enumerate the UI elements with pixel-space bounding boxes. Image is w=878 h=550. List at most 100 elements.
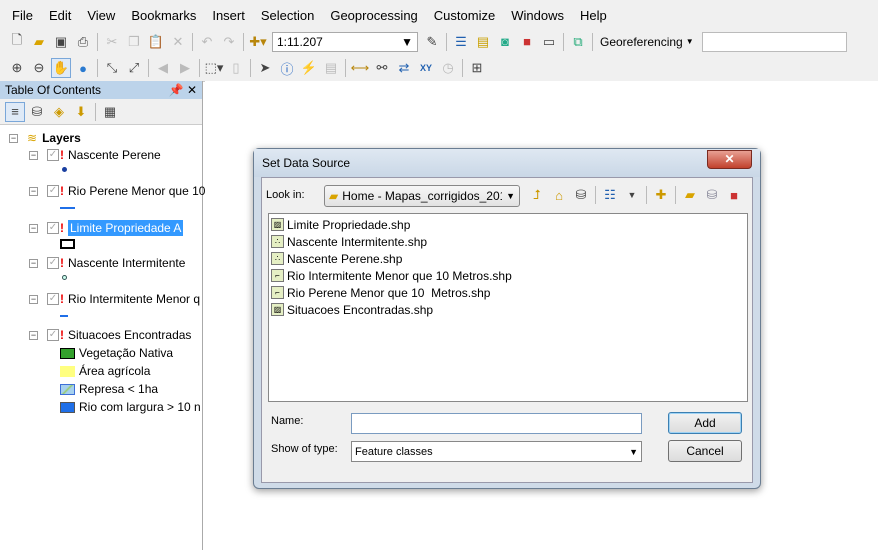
list-by-selection-icon[interactable]: ⬇ <box>71 102 91 122</box>
find-binoculars-icon[interactable]: ⚯ <box>372 58 392 78</box>
georeferencing-menu[interactable]: Georeferencing ▼ <box>596 35 698 49</box>
collapse-icon[interactable]: − <box>29 223 38 233</box>
options-icon[interactable]: ▦ <box>100 102 120 122</box>
menu-insert[interactable]: Insert <box>204 8 253 23</box>
close-icon[interactable]: ✕ <box>187 83 197 97</box>
python-window-icon[interactable]: ▭ <box>539 32 559 52</box>
list-by-drawing-order-icon[interactable]: ≡ <box>5 101 25 122</box>
collapse-icon[interactable]: − <box>9 133 18 143</box>
list-by-visibility-icon[interactable]: ◈ <box>49 102 69 122</box>
cut-icon[interactable]: ✂ <box>102 32 122 52</box>
table-of-contents-icon[interactable]: ☰ <box>451 32 471 52</box>
collapse-icon[interactable]: − <box>29 150 38 160</box>
editor-toolbar-icon[interactable]: ✎ <box>422 32 442 52</box>
identify-icon[interactable]: ⓘ <box>277 58 297 78</box>
collapse-icon[interactable]: − <box>29 186 38 196</box>
up-one-level-icon[interactable]: ⮥ <box>527 185 547 205</box>
connect-to-folder-icon[interactable]: ✚ <box>651 185 671 205</box>
magnifier-window-icon[interactable]: ⊞ <box>467 58 487 78</box>
file-item[interactable]: ⌐ Rio Perene Menor que 10 Metros.shp <box>271 284 745 301</box>
menu-windows[interactable]: Windows <box>503 8 572 23</box>
new-geodatabase-icon[interactable]: ⛁ <box>702 185 722 205</box>
find-route-icon[interactable]: ⇄ <box>394 58 414 78</box>
menu-edit[interactable]: Edit <box>41 8 79 23</box>
layer-checkbox[interactable]: ✓ <box>47 149 59 161</box>
name-input[interactable] <box>351 413 642 434</box>
go-to-xy-icon[interactable]: XY <box>416 58 436 78</box>
home-icon[interactable]: ⌂ <box>549 185 569 205</box>
map-scale-dropdown[interactable]: 1:11.207 ▼ <box>272 31 418 52</box>
file-item[interactable]: ∴ Nascente Intermitente.shp <box>271 233 745 250</box>
forward-arrow-icon[interactable]: ▶ <box>175 58 195 78</box>
copy-icon[interactable]: ❐ <box>124 32 144 52</box>
menu-customize[interactable]: Customize <box>426 8 503 23</box>
view-list-icon[interactable]: ☷ <box>600 185 620 205</box>
toc-layer[interactable]: − ✓! Nascente Perene <box>29 148 161 162</box>
select-elements-arrow-icon[interactable]: ➤ <box>255 58 275 78</box>
modelbuilder-icon[interactable]: ⧉ <box>568 32 588 52</box>
add-data-icon[interactable]: ✚▾ <box>248 32 268 52</box>
look-in-dropdown[interactable]: ▰ Home - Mapas_corrigidos_2015' ▼ <box>324 185 520 207</box>
layer-checkbox[interactable]: ✓ <box>47 222 59 234</box>
collapse-icon[interactable]: − <box>29 330 38 340</box>
new-toolbox-icon[interactable]: ■ <box>724 185 744 205</box>
toc-layer[interactable]: − ✓! Rio Intermitente Menor q <box>29 292 200 306</box>
menu-bookmarks[interactable]: Bookmarks <box>123 8 204 23</box>
toc-layer[interactable]: − ✓! Situacoes Encontradas <box>29 328 191 342</box>
show-of-type-select[interactable]: Feature classes ▼ <box>351 441 642 462</box>
chevron-down-icon[interactable]: ▼ <box>622 185 642 205</box>
search-window-icon[interactable]: ◙ <box>495 32 515 52</box>
toc-layer[interactable]: − ✓! Limite Propriedade A <box>29 220 184 236</box>
close-button[interactable]: ✕ <box>707 150 752 169</box>
toc-root-layers[interactable]: − ≋ Layers <box>9 131 81 145</box>
menu-help[interactable]: Help <box>572 8 615 23</box>
toc-layer[interactable]: − ✓! Nascente Intermitente <box>29 256 185 270</box>
cancel-button[interactable]: Cancel <box>668 440 742 462</box>
delete-icon[interactable]: ✕ <box>168 32 188 52</box>
zoom-out-icon[interactable]: ⊖ <box>29 58 49 78</box>
fixed-zoom-out-icon[interactable]: ⤢ <box>124 58 144 78</box>
layer-checkbox[interactable]: ✓ <box>47 293 59 305</box>
time-slider-icon[interactable]: ◷ <box>438 58 458 78</box>
full-extent-globe-icon[interactable]: ● <box>73 58 93 78</box>
layer-checkbox[interactable]: ✓ <box>47 329 59 341</box>
measure-icon[interactable]: ⟷ <box>350 58 370 78</box>
add-button[interactable]: Add <box>668 412 742 434</box>
select-features-icon[interactable]: ⬚▾ <box>204 58 224 78</box>
save-icon[interactable]: ▣ <box>51 32 71 52</box>
menu-geoprocessing[interactable]: Geoprocessing <box>322 8 425 23</box>
menu-file[interactable]: File <box>4 8 41 23</box>
menu-view[interactable]: View <box>79 8 123 23</box>
redo-icon[interactable]: ↷ <box>219 32 239 52</box>
file-item[interactable]: ▨ Situacoes Encontradas.shp <box>271 301 745 318</box>
file-item[interactable]: ▨ Limite Propriedade.shp <box>271 216 745 233</box>
file-item[interactable]: ∴ Nascente Perene.shp <box>271 250 745 267</box>
open-folder-icon[interactable]: ▰ <box>29 32 49 52</box>
layer-checkbox[interactable]: ✓ <box>47 257 59 269</box>
collapse-icon[interactable]: − <box>29 294 38 304</box>
file-list[interactable]: ▨ Limite Propriedade.shp ∴ Nascente Interm… <box>268 213 748 402</box>
new-document-icon[interactable]: 🗋 <box>7 32 27 52</box>
fixed-zoom-in-icon[interactable]: ⤡ <box>102 58 122 78</box>
toc-layer[interactable]: − ✓! Rio Perene Menor que 10 <box>29 184 205 198</box>
list-by-source-icon[interactable]: ⛁ <box>27 102 47 122</box>
clear-selection-icon[interactable]: ▯ <box>226 58 246 78</box>
file-item[interactable]: ⌐ Rio Intermitente Menor que 10 Metros.sh… <box>271 267 745 284</box>
connect-folder-icon[interactable]: ⛁ <box>571 185 591 205</box>
print-icon[interactable]: ⎙ <box>73 32 93 52</box>
new-folder-icon[interactable]: ▰ <box>680 185 700 205</box>
pan-hand-icon[interactable]: ✋ <box>51 58 71 78</box>
catalog-icon[interactable]: ▤ <box>473 32 493 52</box>
layer-checkbox[interactable]: ✓ <box>47 185 59 197</box>
html-popup-icon[interactable]: ▤ <box>321 58 341 78</box>
menu-selection[interactable]: Selection <box>253 8 322 23</box>
paste-icon[interactable]: 📋 <box>146 32 166 52</box>
arctoolbox-icon[interactable]: ■ <box>517 32 537 52</box>
undo-icon[interactable]: ↶ <box>197 32 217 52</box>
hyperlink-icon[interactable]: ⚡ <box>299 58 319 78</box>
zoom-in-icon[interactable]: ⊕ <box>7 58 27 78</box>
collapse-icon[interactable]: − <box>29 258 38 268</box>
back-arrow-icon[interactable]: ◀ <box>153 58 173 78</box>
pin-icon[interactable]: 📌 <box>169 83 184 97</box>
layer-dropdown[interactable] <box>701 31 847 52</box>
